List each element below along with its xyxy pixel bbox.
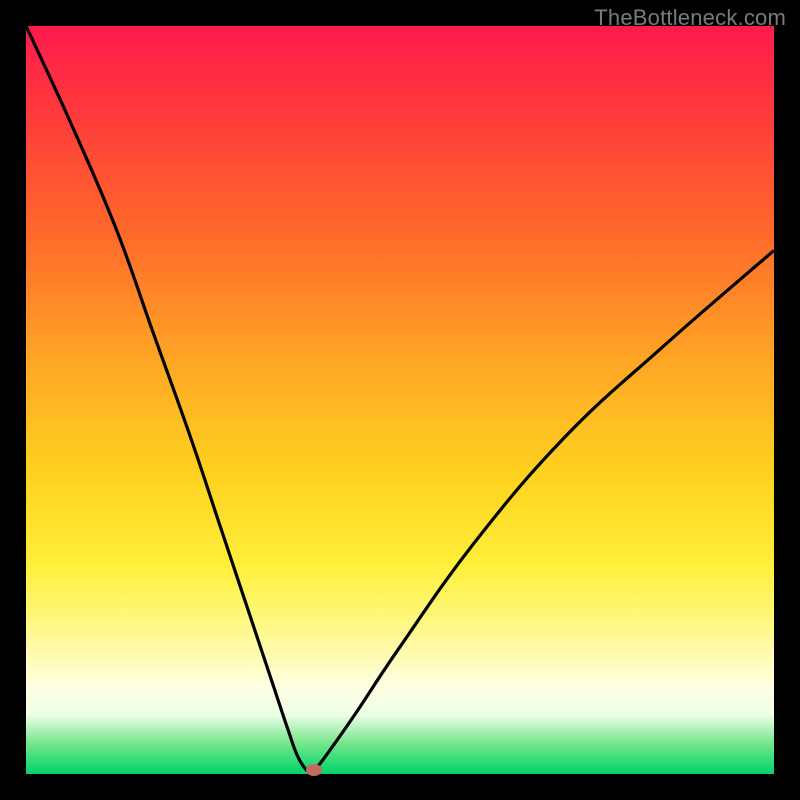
chart-marker bbox=[306, 764, 322, 776]
chart-plot bbox=[26, 26, 774, 774]
chart-curve bbox=[26, 26, 774, 774]
chart-container: TheBottleneck.com bbox=[0, 0, 800, 800]
chart-curve-path bbox=[26, 26, 774, 774]
watermark-text: TheBottleneck.com bbox=[594, 5, 786, 31]
